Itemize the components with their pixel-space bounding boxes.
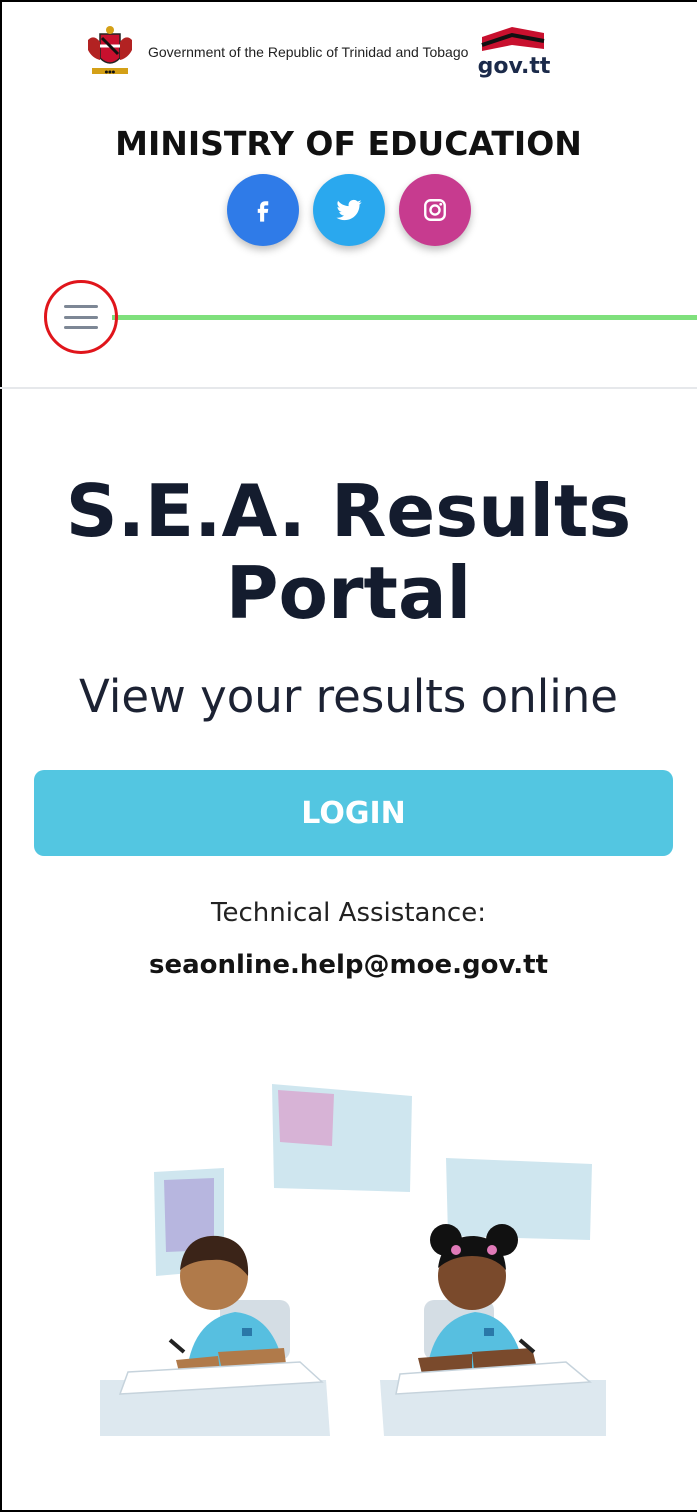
instagram-button[interactable]	[398, 174, 471, 246]
government-banner[interactable]: ●●● Government of the Republic of Trinid…	[80, 22, 630, 82]
govtt-logo-text: gov.tt	[478, 54, 550, 79]
nav-accent-line	[112, 315, 697, 320]
instagram-icon	[423, 199, 446, 221]
government-title: Government of the Republic of Trinidad a…	[148, 44, 469, 60]
social-links	[0, 174, 697, 246]
page-subtitle: View your results online	[79, 670, 618, 723]
students-illustration	[100, 1084, 606, 1436]
facebook-button[interactable]	[226, 174, 299, 246]
header-divider	[0, 387, 697, 389]
technical-assistance-label: Technical Assistance:	[211, 898, 486, 928]
svg-text:●●●: ●●●	[105, 69, 116, 74]
technical-assistance-email[interactable]: seaonline.help@moe.gov.tt	[0, 950, 697, 980]
facebook-icon	[257, 201, 268, 222]
twitter-icon	[336, 199, 361, 221]
govtt-logo: gov.tt	[478, 27, 550, 79]
menu-button[interactable]	[44, 280, 118, 354]
login-button[interactable]: LOGIN	[34, 770, 673, 856]
navigation-bar	[0, 280, 697, 360]
page-title-line1: S.E.A. Results	[65, 469, 632, 553]
hamburger-menu-icon	[64, 305, 98, 329]
twitter-button[interactable]	[312, 174, 385, 246]
page-title-line2: Portal	[225, 551, 472, 635]
coat-of-arms-icon: ●●●	[88, 26, 132, 74]
ministry-title: MINISTRY OF EDUCATION	[115, 124, 582, 163]
page-title: S.E.A. Results Portal	[0, 470, 697, 634]
